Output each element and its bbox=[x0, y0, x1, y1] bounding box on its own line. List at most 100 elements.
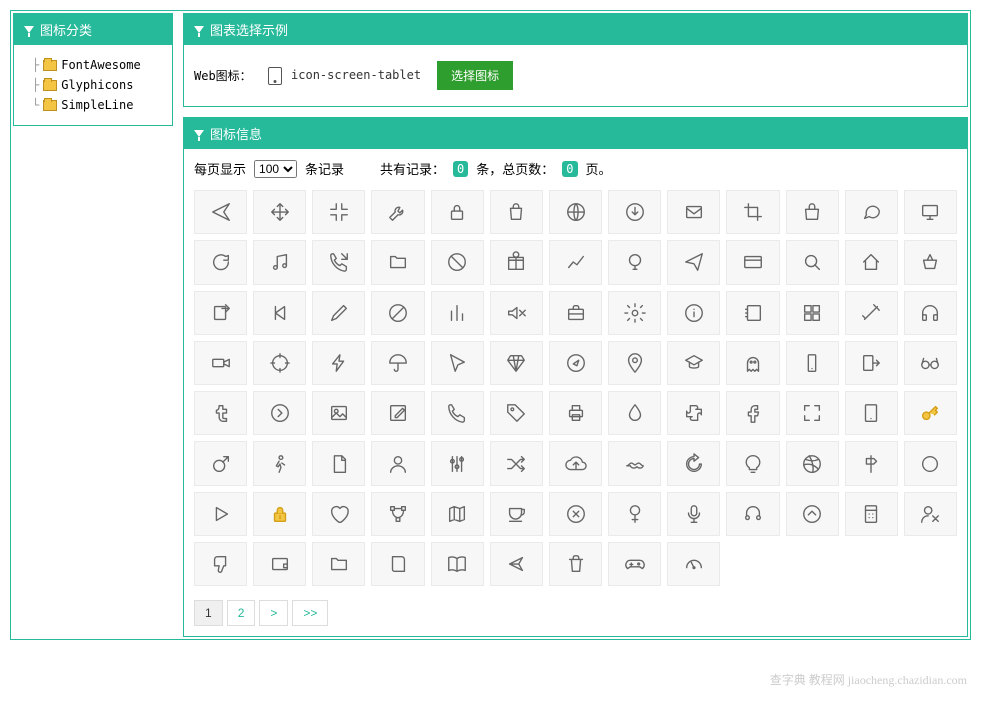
music-icon[interactable] bbox=[253, 240, 306, 284]
select-icon-button[interactable]: 选择图标 bbox=[437, 61, 513, 90]
briefcase-icon[interactable] bbox=[549, 291, 602, 335]
tumblr-icon[interactable] bbox=[194, 391, 247, 435]
gift-icon[interactable] bbox=[490, 240, 543, 284]
mustache-icon[interactable] bbox=[608, 441, 661, 485]
printer-icon[interactable] bbox=[549, 391, 602, 435]
document-icon[interactable] bbox=[312, 441, 365, 485]
tree-item-glyphicons[interactable]: ├ Glyphicons bbox=[24, 75, 162, 95]
earphones-icon[interactable] bbox=[726, 492, 779, 536]
shrink-icon[interactable] bbox=[312, 190, 365, 234]
crop-icon[interactable] bbox=[726, 190, 779, 234]
phone-icon[interactable] bbox=[431, 391, 484, 435]
circle-icon[interactable] bbox=[904, 441, 957, 485]
cup-icon[interactable] bbox=[490, 492, 543, 536]
settings-icon[interactable] bbox=[608, 291, 661, 335]
share-alt-icon[interactable] bbox=[490, 542, 543, 586]
paper-plane-icon[interactable] bbox=[667, 240, 720, 284]
edit-icon[interactable] bbox=[371, 391, 424, 435]
camcorder-icon[interactable] bbox=[194, 341, 247, 385]
puzzle-icon[interactable] bbox=[667, 391, 720, 435]
equalizer-icon[interactable] bbox=[431, 441, 484, 485]
share-icon[interactable] bbox=[194, 291, 247, 335]
energy-icon[interactable] bbox=[312, 341, 365, 385]
envelope-icon[interactable] bbox=[667, 190, 720, 234]
ban-alt-icon[interactable] bbox=[371, 291, 424, 335]
speech-icon[interactable] bbox=[845, 190, 898, 234]
graduation-icon[interactable] bbox=[667, 341, 720, 385]
info-icon[interactable] bbox=[667, 291, 720, 335]
close-circle-icon[interactable] bbox=[549, 492, 602, 536]
female-icon[interactable] bbox=[608, 492, 661, 536]
volume-off-icon[interactable] bbox=[490, 291, 543, 335]
umbrella-icon[interactable] bbox=[371, 341, 424, 385]
basket-icon[interactable] bbox=[904, 240, 957, 284]
dislike-icon[interactable] bbox=[194, 542, 247, 586]
map-icon[interactable] bbox=[431, 492, 484, 536]
wallet-icon[interactable] bbox=[253, 542, 306, 586]
tree-item-simpleline[interactable]: └ SimpleLine bbox=[24, 95, 162, 115]
male-icon[interactable] bbox=[194, 441, 247, 485]
bulb-icon[interactable] bbox=[726, 441, 779, 485]
diamond-icon[interactable] bbox=[490, 341, 543, 385]
book-open-icon[interactable] bbox=[431, 542, 484, 586]
speedometer-icon[interactable] bbox=[667, 542, 720, 586]
ban-icon[interactable] bbox=[431, 240, 484, 284]
picture-icon[interactable] bbox=[312, 391, 365, 435]
lock-gold-icon[interactable] bbox=[253, 492, 306, 536]
arrow-right-circle-icon[interactable] bbox=[253, 391, 306, 435]
drop-icon[interactable] bbox=[608, 391, 661, 435]
move-icon[interactable] bbox=[253, 190, 306, 234]
fullscreen-icon[interactable] bbox=[786, 391, 839, 435]
calculator-icon[interactable] bbox=[845, 492, 898, 536]
grid-icon[interactable] bbox=[786, 291, 839, 335]
prev-icon[interactable] bbox=[253, 291, 306, 335]
wrench-icon[interactable] bbox=[371, 190, 424, 234]
call-out-icon[interactable] bbox=[312, 240, 365, 284]
page-1[interactable]: 1 bbox=[194, 600, 223, 626]
location-icon[interactable] bbox=[608, 341, 661, 385]
notebook-icon[interactable] bbox=[726, 291, 779, 335]
folder-icon[interactable] bbox=[371, 240, 424, 284]
heart-icon[interactable] bbox=[312, 492, 365, 536]
tablet-icon[interactable] bbox=[845, 391, 898, 435]
tree-item-fontawesome[interactable]: ├ FontAwesome bbox=[24, 55, 162, 75]
tag-icon[interactable] bbox=[490, 391, 543, 435]
signpost-icon[interactable] bbox=[845, 441, 898, 485]
microphone-icon[interactable] bbox=[667, 492, 720, 536]
monitor-icon[interactable] bbox=[904, 190, 957, 234]
refresh-icon[interactable] bbox=[667, 441, 720, 485]
key-icon[interactable] bbox=[904, 391, 957, 435]
line-chart-icon[interactable] bbox=[549, 240, 602, 284]
ghost-icon[interactable] bbox=[726, 341, 779, 385]
game-icon[interactable] bbox=[608, 542, 661, 586]
arrow-up-circle-icon[interactable] bbox=[786, 492, 839, 536]
vector-icon[interactable] bbox=[371, 492, 424, 536]
user-unfollow-icon[interactable] bbox=[904, 492, 957, 536]
glasses-icon[interactable] bbox=[904, 341, 957, 385]
magnifier-icon[interactable] bbox=[786, 240, 839, 284]
magic-wand-icon[interactable] bbox=[845, 291, 898, 335]
globe-icon[interactable] bbox=[549, 190, 602, 234]
page-last[interactable]: >> bbox=[292, 600, 328, 626]
home-icon[interactable] bbox=[845, 240, 898, 284]
smartphone-icon[interactable] bbox=[786, 341, 839, 385]
per-page-select[interactable]: 100 bbox=[254, 160, 297, 178]
compass-icon[interactable] bbox=[549, 341, 602, 385]
bar-chart-icon[interactable] bbox=[431, 291, 484, 335]
cloud-upload-icon[interactable] bbox=[549, 441, 602, 485]
reload-icon[interactable] bbox=[194, 240, 247, 284]
logout-icon[interactable] bbox=[845, 341, 898, 385]
dribbble-icon[interactable] bbox=[786, 441, 839, 485]
facebook-icon[interactable] bbox=[726, 391, 779, 435]
headphones-icon[interactable] bbox=[904, 291, 957, 335]
shuffle-icon[interactable] bbox=[490, 441, 543, 485]
lock-icon[interactable] bbox=[431, 190, 484, 234]
cursor-icon[interactable] bbox=[431, 341, 484, 385]
globe-light-icon[interactable] bbox=[608, 240, 661, 284]
user-icon[interactable] bbox=[371, 441, 424, 485]
play-icon[interactable] bbox=[194, 492, 247, 536]
download-circle-icon[interactable] bbox=[608, 190, 661, 234]
book-icon[interactable] bbox=[371, 542, 424, 586]
bag-icon[interactable] bbox=[490, 190, 543, 234]
target-icon[interactable] bbox=[253, 341, 306, 385]
